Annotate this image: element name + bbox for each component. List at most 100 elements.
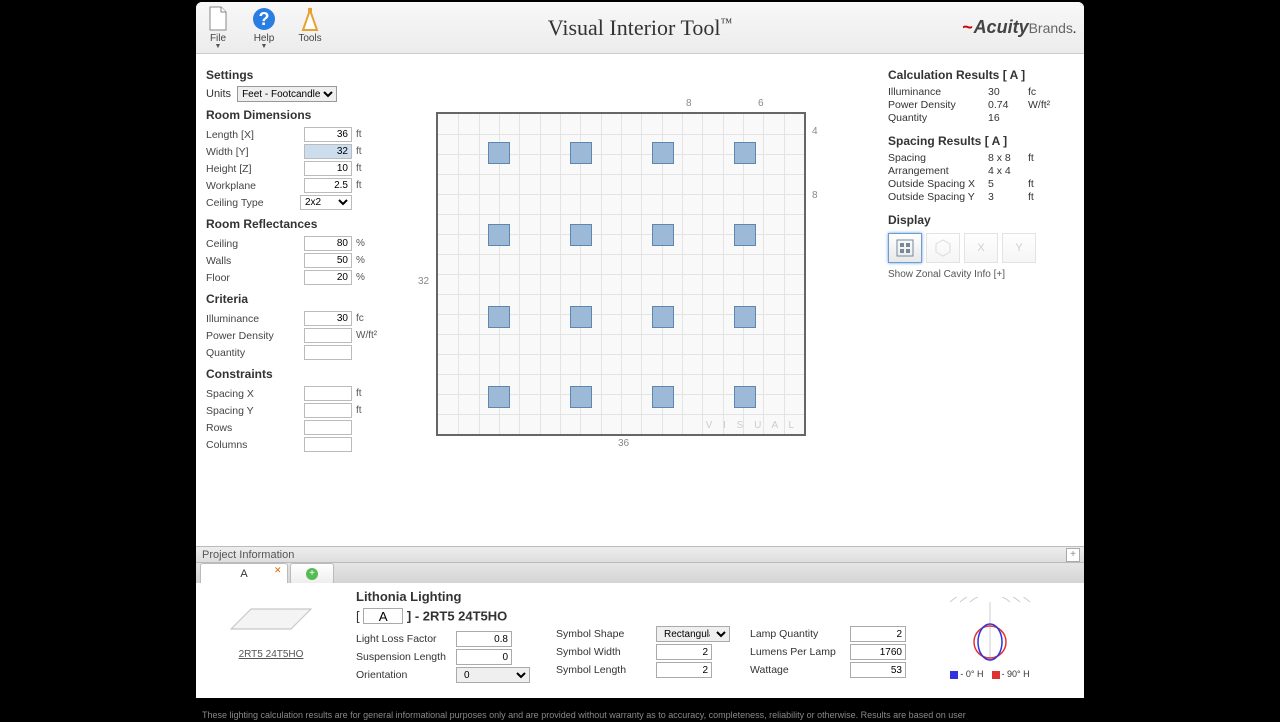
fixture[interactable] bbox=[488, 142, 510, 164]
room-dim-label-1: Width [Y] bbox=[206, 146, 304, 158]
plus-icon: + bbox=[306, 568, 318, 580]
tools-menu[interactable]: Tools bbox=[296, 5, 324, 50]
file-icon bbox=[204, 5, 232, 33]
constr-input-0[interactable] bbox=[304, 386, 352, 401]
fixture[interactable] bbox=[570, 142, 592, 164]
room-dim-header: Room Dimensions bbox=[206, 108, 382, 122]
fixture[interactable] bbox=[652, 224, 674, 246]
add-fixture-tab[interactable]: + bbox=[290, 563, 334, 583]
spacing-unit-2: ft bbox=[1028, 178, 1074, 190]
luminaire-link[interactable]: 2RT5 24T5HO bbox=[239, 649, 304, 660]
calc-val-0: 30 bbox=[988, 86, 1028, 98]
refl-input-2[interactable] bbox=[304, 270, 352, 285]
fp2-input-0[interactable]: Rectangular bbox=[656, 626, 730, 642]
refl-unit-0: % bbox=[352, 238, 382, 249]
fp2-input-1[interactable] bbox=[656, 644, 712, 660]
fp3-input-0[interactable] bbox=[850, 626, 906, 642]
expand-icon[interactable]: + bbox=[1066, 548, 1080, 562]
fixture[interactable] bbox=[652, 306, 674, 328]
spacing-val-0: 8 x 8 bbox=[988, 152, 1028, 164]
refl-input-0[interactable] bbox=[304, 236, 352, 251]
fp1-input-2[interactable]: 0 bbox=[456, 667, 530, 683]
fp3-label-2: Wattage bbox=[750, 664, 850, 676]
reflectances-header: Room Reflectances bbox=[206, 217, 382, 231]
display-y-button[interactable]: Y bbox=[1002, 233, 1036, 263]
crit-label-1: Power Density bbox=[206, 330, 304, 342]
constr-unit-1: ft bbox=[352, 405, 382, 416]
crit-label-0: Illuminance bbox=[206, 313, 304, 325]
room-dim-unit-0: ft bbox=[352, 129, 382, 140]
calc-unit-1: W/ft² bbox=[1028, 99, 1074, 111]
crit-input-0[interactable] bbox=[304, 311, 352, 326]
zonal-link[interactable]: Show Zonal Cavity Info [+] bbox=[888, 269, 1074, 280]
display-plan-button[interactable] bbox=[888, 233, 922, 263]
units-select[interactable]: Feet - Footcandles bbox=[237, 86, 337, 102]
constr-input-2[interactable] bbox=[304, 420, 352, 435]
dim-left: 32 bbox=[418, 276, 429, 287]
ceiling-type-select[interactable]: 2x2 bbox=[300, 195, 352, 210]
luminaire-image bbox=[216, 589, 326, 649]
fixture[interactable] bbox=[652, 386, 674, 408]
room-dim-label-3: Workplane bbox=[206, 180, 304, 192]
toolbar: File▼ ? Help▼ Tools Visual Interior Tool… bbox=[196, 2, 1084, 54]
fp3-input-2[interactable] bbox=[850, 662, 906, 678]
display-3d-button[interactable] bbox=[926, 233, 960, 263]
fp2-label-2: Symbol Length bbox=[556, 664, 656, 676]
crit-unit-0: fc bbox=[352, 313, 382, 324]
project-info-bar[interactable]: Project Information + bbox=[196, 546, 1084, 563]
fixture-brand: Lithonia Lighting bbox=[356, 589, 536, 604]
room-dim-unit-1: ft bbox=[352, 146, 382, 157]
units-label: Units bbox=[206, 88, 231, 100]
fp2-input-2[interactable] bbox=[656, 662, 712, 678]
room-dim-input-2[interactable] bbox=[304, 161, 352, 176]
display-x-button[interactable]: X bbox=[964, 233, 998, 263]
fixture[interactable] bbox=[734, 142, 756, 164]
fixture[interactable] bbox=[652, 142, 674, 164]
refl-input-1[interactable] bbox=[304, 253, 352, 268]
fp2-label-1: Symbol Width bbox=[556, 646, 656, 658]
dim-top-a: 8 bbox=[686, 98, 692, 109]
constr-input-1[interactable] bbox=[304, 403, 352, 418]
fp1-label-2: Orientation bbox=[356, 669, 456, 681]
constr-input-3[interactable] bbox=[304, 437, 352, 452]
dim-right-b: 8 bbox=[812, 190, 818, 201]
fixture[interactable] bbox=[570, 306, 592, 328]
calc-label-2: Quantity bbox=[888, 112, 988, 124]
room-dim-input-1[interactable] bbox=[304, 144, 352, 159]
fixture[interactable] bbox=[734, 306, 756, 328]
room-dim-input-3[interactable] bbox=[304, 178, 352, 193]
fixture[interactable] bbox=[570, 224, 592, 246]
spacing-val-1: 4 x 4 bbox=[988, 165, 1028, 177]
dim-right-a: 4 bbox=[812, 126, 818, 137]
fixture[interactable] bbox=[488, 386, 510, 408]
fp1-label-1: Suspension Length bbox=[356, 651, 456, 663]
fixture[interactable] bbox=[570, 386, 592, 408]
fixture-tabs: A ✕ + bbox=[196, 563, 1084, 583]
help-menu[interactable]: ? Help▼ bbox=[250, 5, 278, 50]
file-menu[interactable]: File▼ bbox=[204, 5, 232, 50]
room-dim-unit-3: ft bbox=[352, 180, 382, 191]
fixture-tab-a[interactable]: A ✕ bbox=[200, 563, 288, 583]
dim-bottom: 36 bbox=[618, 438, 629, 449]
fixture[interactable] bbox=[488, 224, 510, 246]
fixture[interactable] bbox=[734, 386, 756, 408]
room-canvas[interactable]: V I S U A L bbox=[436, 112, 806, 436]
canvas-watermark: V I S U A L bbox=[706, 420, 798, 431]
fp3-input-1[interactable] bbox=[850, 644, 906, 660]
results-panel: Calculation Results [ A ] Illuminance 30… bbox=[884, 54, 1084, 546]
refl-label-1: Walls bbox=[206, 255, 304, 267]
polar-diagram: - 0° H - 90° H bbox=[940, 589, 1040, 679]
app-title: Visual Interior Tool™ bbox=[196, 15, 1084, 41]
spacing-unit-1 bbox=[1028, 165, 1074, 177]
close-icon[interactable]: ✕ bbox=[274, 565, 284, 575]
fixture[interactable] bbox=[734, 224, 756, 246]
fixture[interactable] bbox=[488, 306, 510, 328]
crit-input-1[interactable] bbox=[304, 328, 352, 343]
fixture-code-input[interactable] bbox=[363, 608, 403, 624]
fp1-input-0[interactable] bbox=[456, 631, 512, 647]
brand-logo: ~AcuityBrands. bbox=[962, 17, 1076, 38]
room-dim-input-0[interactable] bbox=[304, 127, 352, 142]
crit-input-2[interactable] bbox=[304, 345, 352, 360]
fp1-input-1[interactable] bbox=[456, 649, 512, 665]
legend-0h: - 0° H bbox=[950, 669, 983, 679]
